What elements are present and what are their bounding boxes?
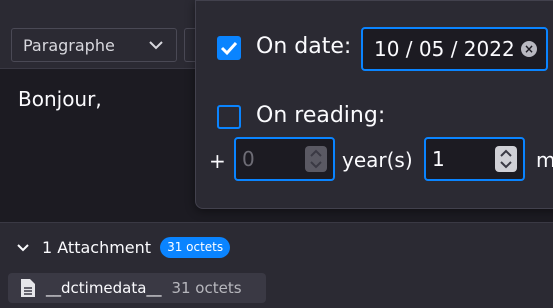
- attachment-size: 31 octets: [171, 279, 242, 297]
- spinner-arrows-icon: [500, 149, 512, 169]
- chevron-down-icon: [149, 41, 163, 50]
- on-date-checkbox[interactable]: [217, 36, 241, 60]
- plus-sign: +: [209, 149, 226, 173]
- attachment-count: 1 Attachment: [42, 238, 152, 257]
- months-value: 1: [432, 147, 445, 171]
- attachment-list: __dctimedata__ 31 octets: [0, 271, 553, 308]
- years-spinner[interactable]: [305, 146, 327, 172]
- on-reading-checkbox[interactable]: [217, 105, 241, 129]
- months-spinner[interactable]: [495, 146, 517, 172]
- attachment-item[interactable]: __dctimedata__ 31 octets: [8, 273, 266, 303]
- paragraph-format-select[interactable]: Paragraphe: [11, 28, 177, 62]
- date-input[interactable]: 10 / 05 / 2022 ×: [361, 27, 548, 71]
- attachment-summary[interactable]: 1 Attachment 31 octets: [16, 237, 231, 258]
- attachment-name: __dctimedata__: [46, 279, 162, 297]
- on-reading-label: On reading:: [256, 103, 386, 128]
- on-date-label: On date:: [256, 34, 352, 59]
- months-input[interactable]: 1: [424, 137, 525, 181]
- date-value: 10 / 05 / 2022: [374, 37, 515, 61]
- years-value: 0: [242, 147, 255, 171]
- paragraph-format-label: Paragraphe: [23, 35, 115, 55]
- editor-body-text: Bonjour,: [18, 87, 102, 111]
- years-input[interactable]: 0: [234, 137, 335, 181]
- reminder-popup: On date: 10 / 05 / 2022 × On reading: + …: [195, 0, 553, 209]
- chevron-down-icon: [17, 243, 29, 251]
- years-label: year(s): [342, 148, 413, 172]
- months-label-partial: m: [536, 148, 553, 172]
- file-icon: [21, 279, 35, 297]
- checkmark-icon: [220, 41, 238, 56]
- clear-icon[interactable]: ×: [521, 41, 537, 57]
- spinner-arrows-icon: [310, 149, 322, 169]
- attachment-size-badge: 31 octets: [160, 237, 231, 258]
- attachment-bar[interactable]: 1 Attachment 31 octets: [0, 222, 553, 271]
